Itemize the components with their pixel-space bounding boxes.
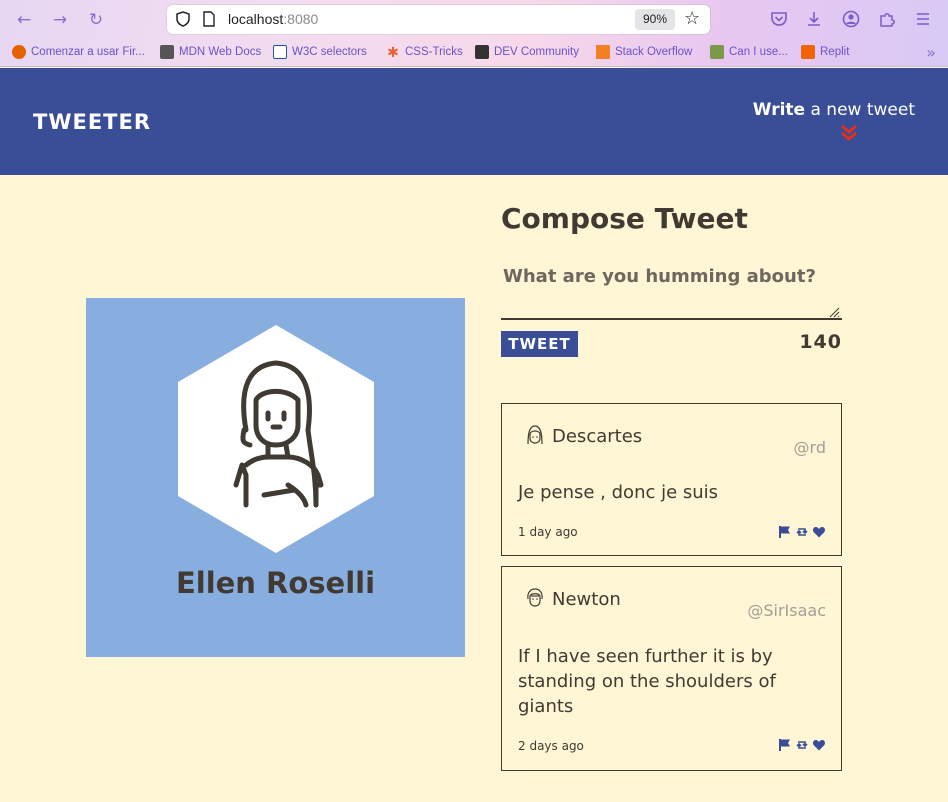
tweet-card: Newton @SirIsaac If I have seen further … bbox=[501, 566, 842, 771]
tweet-actions bbox=[778, 738, 826, 752]
compose-title: Compose Tweet bbox=[501, 202, 748, 235]
reload-icon[interactable]: ↻ bbox=[85, 9, 107, 31]
bookmark-item[interactable]: DEV Community bbox=[475, 45, 579, 59]
bookmarks-overflow-icon[interactable]: » bbox=[926, 43, 936, 62]
firefox-icon bbox=[12, 45, 26, 59]
tweet-timestamp: 2 days ago bbox=[518, 739, 584, 753]
retweet-icon[interactable] bbox=[795, 525, 809, 539]
bookmark-item[interactable]: Replit bbox=[801, 45, 849, 59]
replit-icon bbox=[801, 45, 815, 59]
extensions-icon[interactable] bbox=[878, 10, 896, 28]
resize-grip-icon[interactable] bbox=[828, 306, 840, 318]
forward-icon[interactable]: → bbox=[49, 9, 71, 31]
flag-icon[interactable] bbox=[778, 525, 792, 539]
pocket-icon[interactable] bbox=[770, 10, 788, 28]
tweet-author-name: Descartes bbox=[552, 426, 643, 447]
tweet-actions bbox=[778, 525, 826, 539]
bookmark-item[interactable]: MDN Web Docs bbox=[160, 45, 261, 59]
brand-logo[interactable]: TWEETER bbox=[33, 110, 151, 134]
double-chevron-down-icon[interactable] bbox=[840, 123, 858, 143]
bookmark-item[interactable]: Can I use... bbox=[710, 45, 788, 59]
bookmark-item[interactable]: Stack Overflow bbox=[596, 45, 692, 59]
tweet-button[interactable]: TWEET bbox=[501, 331, 578, 357]
profile-card: Ellen Roselli bbox=[86, 298, 465, 657]
tweet-author-handle: @rd bbox=[793, 438, 826, 457]
bookmark-star-icon[interactable]: ☆ bbox=[684, 9, 700, 29]
tweet-text: If I have seen further it is by standing… bbox=[518, 646, 776, 717]
caniuse-icon bbox=[710, 45, 724, 59]
page-icon bbox=[203, 11, 215, 27]
back-icon[interactable]: ← bbox=[13, 9, 35, 31]
download-icon[interactable] bbox=[805, 10, 823, 28]
account-icon[interactable] bbox=[842, 10, 860, 28]
tweet-timestamp: 1 day ago bbox=[518, 525, 578, 539]
menu-icon[interactable] bbox=[914, 10, 932, 28]
write-new-tweet-link[interactable]: Write a new tweet bbox=[753, 100, 915, 120]
zoom-badge[interactable]: 90% bbox=[635, 9, 675, 30]
bookmark-item[interactable]: W3C selectors bbox=[273, 45, 367, 59]
bookmarks-bar: Comenzar a usar Fir... MDN Web Docs W3C … bbox=[0, 42, 948, 64]
browser-toolbar: ← → ↻ localhost:8080 90% ☆ Comenzar a us… bbox=[0, 0, 948, 67]
avatar bbox=[178, 325, 374, 553]
url-text[interactable]: localhost:8080 bbox=[228, 11, 318, 27]
user-avatar-icon bbox=[527, 588, 543, 607]
stackoverflow-icon bbox=[596, 45, 610, 59]
tweet-input[interactable] bbox=[501, 262, 842, 320]
url-bar[interactable]: localhost:8080 90% ☆ bbox=[167, 5, 710, 34]
bookmark-item[interactable]: Comenzar a usar Fir... bbox=[12, 45, 145, 59]
tweet-author-name: Newton bbox=[552, 589, 621, 610]
retweet-icon[interactable] bbox=[795, 738, 809, 752]
tweet-text: Je pense , donc je suis bbox=[518, 482, 719, 503]
css-tricks-icon: ✱ bbox=[387, 44, 399, 60]
dev-icon bbox=[475, 45, 489, 59]
profile-name: Ellen Roselli bbox=[175, 566, 376, 600]
tweet-author-handle: @SirIsaac bbox=[747, 601, 826, 620]
heart-icon[interactable] bbox=[812, 525, 826, 539]
app-header: TWEETER Write a new tweet bbox=[0, 68, 948, 175]
char-counter: 140 bbox=[799, 331, 842, 353]
tweet-card: Descartes @rd Je pense , donc je suis 1 … bbox=[501, 403, 842, 556]
shield-icon[interactable] bbox=[175, 11, 191, 27]
heart-icon[interactable] bbox=[812, 738, 826, 752]
bookmark-item[interactable]: ✱ CSS-Tricks bbox=[386, 45, 463, 59]
user-avatar-icon bbox=[527, 425, 543, 445]
flag-icon[interactable] bbox=[778, 738, 792, 752]
mdn-icon bbox=[160, 45, 174, 59]
w3c-icon bbox=[273, 45, 287, 59]
